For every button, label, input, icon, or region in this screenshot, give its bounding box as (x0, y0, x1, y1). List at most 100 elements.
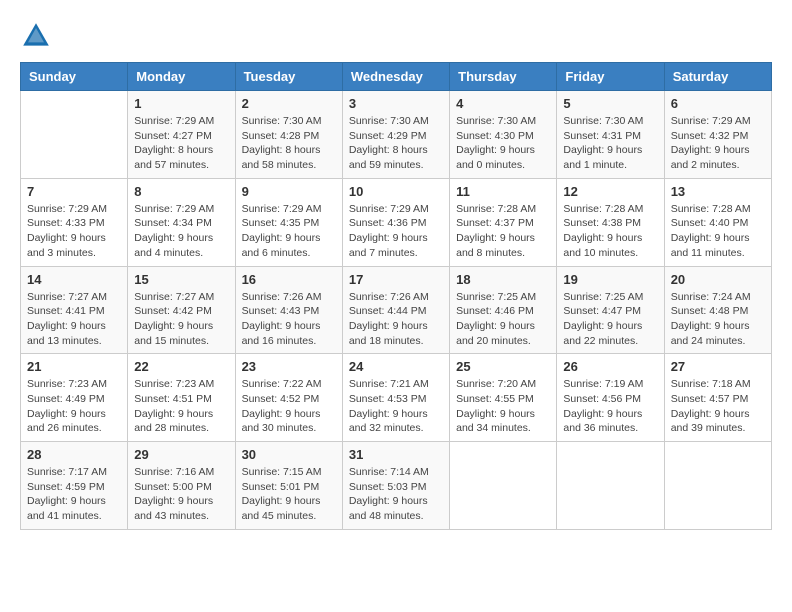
day-number: 17 (349, 272, 443, 287)
calendar-cell: 17 Sunrise: 7:26 AMSunset: 4:44 PMDayligh… (342, 266, 449, 354)
calendar-week-row: 7 Sunrise: 7:29 AMSunset: 4:33 PMDaylight… (21, 178, 772, 266)
day-info: Sunrise: 7:17 AMSunset: 4:59 PMDaylight:… (27, 465, 121, 524)
calendar-cell: 7 Sunrise: 7:29 AMSunset: 4:33 PMDaylight… (21, 178, 128, 266)
weekday-header-cell: Tuesday (235, 63, 342, 91)
day-number: 10 (349, 184, 443, 199)
day-number: 18 (456, 272, 550, 287)
day-number: 26 (563, 359, 657, 374)
weekday-header-cell: Monday (128, 63, 235, 91)
calendar-table: SundayMondayTuesdayWednesdayThursdayFrid… (20, 62, 772, 530)
day-info: Sunrise: 7:29 AMSunset: 4:34 PMDaylight:… (134, 202, 228, 261)
day-info: Sunrise: 7:30 AMSunset: 4:28 PMDaylight:… (242, 114, 336, 173)
calendar-cell (450, 442, 557, 530)
day-number: 3 (349, 96, 443, 111)
day-number: 28 (27, 447, 121, 462)
day-info: Sunrise: 7:26 AMSunset: 4:43 PMDaylight:… (242, 290, 336, 349)
day-info: Sunrise: 7:29 AMSunset: 4:27 PMDaylight:… (134, 114, 228, 173)
day-info: Sunrise: 7:29 AMSunset: 4:32 PMDaylight:… (671, 114, 765, 173)
day-info: Sunrise: 7:20 AMSunset: 4:55 PMDaylight:… (456, 377, 550, 436)
calendar-week-row: 1 Sunrise: 7:29 AMSunset: 4:27 PMDaylight… (21, 91, 772, 179)
day-number: 12 (563, 184, 657, 199)
day-info: Sunrise: 7:30 AMSunset: 4:31 PMDaylight:… (563, 114, 657, 173)
weekday-header-row: SundayMondayTuesdayWednesdayThursdayFrid… (21, 63, 772, 91)
day-number: 19 (563, 272, 657, 287)
weekday-header-cell: Thursday (450, 63, 557, 91)
day-info: Sunrise: 7:27 AMSunset: 4:42 PMDaylight:… (134, 290, 228, 349)
calendar-cell: 31 Sunrise: 7:14 AMSunset: 5:03 PMDayligh… (342, 442, 449, 530)
calendar-cell: 18Sunrise: 7:25 AMSunset: 4:46 PMDayligh… (450, 266, 557, 354)
calendar-cell: 9 Sunrise: 7:29 AMSunset: 4:35 PMDaylight… (235, 178, 342, 266)
day-number: 6 (671, 96, 765, 111)
day-info: Sunrise: 7:24 AMSunset: 4:48 PMDaylight:… (671, 290, 765, 349)
calendar-week-row: 14Sunrise: 7:27 AMSunset: 4:41 PMDayligh… (21, 266, 772, 354)
day-number: 9 (242, 184, 336, 199)
day-info: Sunrise: 7:30 AMSunset: 4:30 PMDaylight:… (456, 114, 550, 173)
weekday-header-cell: Sunday (21, 63, 128, 91)
day-info: Sunrise: 7:27 AMSunset: 4:41 PMDaylight:… (27, 290, 121, 349)
calendar-cell: 15 Sunrise: 7:27 AMSunset: 4:42 PMDayligh… (128, 266, 235, 354)
weekday-header-cell: Friday (557, 63, 664, 91)
calendar-cell: 12 Sunrise: 7:28 AMSunset: 4:38 PMDayligh… (557, 178, 664, 266)
weekday-header-cell: Saturday (664, 63, 771, 91)
day-info: Sunrise: 7:29 AMSunset: 4:33 PMDaylight:… (27, 202, 121, 261)
day-number: 7 (27, 184, 121, 199)
day-info: Sunrise: 7:16 AMSunset: 5:00 PMDaylight:… (134, 465, 228, 524)
day-info: Sunrise: 7:25 AMSunset: 4:47 PMDaylight:… (563, 290, 657, 349)
calendar-cell: 3 Sunrise: 7:30 AMSunset: 4:29 PMDaylight… (342, 91, 449, 179)
calendar-cell (21, 91, 128, 179)
calendar-cell: 29Sunrise: 7:16 AMSunset: 5:00 PMDayligh… (128, 442, 235, 530)
day-info: Sunrise: 7:15 AMSunset: 5:01 PMDaylight:… (242, 465, 336, 524)
day-number: 25 (456, 359, 550, 374)
weekday-header-cell: Wednesday (342, 63, 449, 91)
day-info: Sunrise: 7:23 AMSunset: 4:51 PMDaylight:… (134, 377, 228, 436)
day-number: 22 (134, 359, 228, 374)
day-info: Sunrise: 7:30 AMSunset: 4:29 PMDaylight:… (349, 114, 443, 173)
calendar-cell: 26Sunrise: 7:19 AMSunset: 4:56 PMDayligh… (557, 354, 664, 442)
day-number: 16 (242, 272, 336, 287)
day-info: Sunrise: 7:14 AMSunset: 5:03 PMDaylight:… (349, 465, 443, 524)
day-info: Sunrise: 7:28 AMSunset: 4:37 PMDaylight:… (456, 202, 550, 261)
calendar-cell: 27Sunrise: 7:18 AMSunset: 4:57 PMDayligh… (664, 354, 771, 442)
calendar-cell: 5 Sunrise: 7:30 AMSunset: 4:31 PMDaylight… (557, 91, 664, 179)
logo-icon (20, 20, 52, 52)
calendar-cell: 22 Sunrise: 7:23 AMSunset: 4:51 PMDayligh… (128, 354, 235, 442)
day-number: 11 (456, 184, 550, 199)
calendar-cell: 1 Sunrise: 7:29 AMSunset: 4:27 PMDaylight… (128, 91, 235, 179)
day-number: 27 (671, 359, 765, 374)
day-number: 13 (671, 184, 765, 199)
day-number: 31 (349, 447, 443, 462)
day-info: Sunrise: 7:29 AMSunset: 4:36 PMDaylight:… (349, 202, 443, 261)
day-number: 23 (242, 359, 336, 374)
day-number: 4 (456, 96, 550, 111)
calendar-cell: 19 Sunrise: 7:25 AMSunset: 4:47 PMDayligh… (557, 266, 664, 354)
calendar-cell: 6 Sunrise: 7:29 AMSunset: 4:32 PMDaylight… (664, 91, 771, 179)
calendar-cell: 30 Sunrise: 7:15 AMSunset: 5:01 PMDayligh… (235, 442, 342, 530)
calendar-cell: 21Sunrise: 7:23 AMSunset: 4:49 PMDayligh… (21, 354, 128, 442)
day-number: 24 (349, 359, 443, 374)
day-number: 15 (134, 272, 228, 287)
calendar-cell: 2Sunrise: 7:30 AMSunset: 4:28 PMDaylight… (235, 91, 342, 179)
calendar-cell: 8Sunrise: 7:29 AMSunset: 4:34 PMDaylight… (128, 178, 235, 266)
day-info: Sunrise: 7:28 AMSunset: 4:38 PMDaylight:… (563, 202, 657, 261)
day-info: Sunrise: 7:29 AMSunset: 4:35 PMDaylight:… (242, 202, 336, 261)
calendar-cell: 16 Sunrise: 7:26 AMSunset: 4:43 PMDayligh… (235, 266, 342, 354)
day-number: 1 (134, 96, 228, 111)
day-number: 30 (242, 447, 336, 462)
day-info: Sunrise: 7:28 AMSunset: 4:40 PMDaylight:… (671, 202, 765, 261)
calendar-cell: 20Sunrise: 7:24 AMSunset: 4:48 PMDayligh… (664, 266, 771, 354)
day-info: Sunrise: 7:21 AMSunset: 4:53 PMDaylight:… (349, 377, 443, 436)
calendar-cell: 14Sunrise: 7:27 AMSunset: 4:41 PMDayligh… (21, 266, 128, 354)
calendar-cell (557, 442, 664, 530)
day-info: Sunrise: 7:26 AMSunset: 4:44 PMDaylight:… (349, 290, 443, 349)
calendar-week-row: 21Sunrise: 7:23 AMSunset: 4:49 PMDayligh… (21, 354, 772, 442)
calendar-week-row: 28 Sunrise: 7:17 AMSunset: 4:59 PMDayligh… (21, 442, 772, 530)
calendar-cell: 10 Sunrise: 7:29 AMSunset: 4:36 PMDayligh… (342, 178, 449, 266)
logo (20, 20, 56, 52)
calendar-body: 1 Sunrise: 7:29 AMSunset: 4:27 PMDaylight… (21, 91, 772, 530)
day-info: Sunrise: 7:22 AMSunset: 4:52 PMDaylight:… (242, 377, 336, 436)
day-info: Sunrise: 7:23 AMSunset: 4:49 PMDaylight:… (27, 377, 121, 436)
day-number: 5 (563, 96, 657, 111)
calendar-cell: 25 Sunrise: 7:20 AMSunset: 4:55 PMDayligh… (450, 354, 557, 442)
calendar-cell: 28 Sunrise: 7:17 AMSunset: 4:59 PMDayligh… (21, 442, 128, 530)
page-header (20, 20, 772, 52)
